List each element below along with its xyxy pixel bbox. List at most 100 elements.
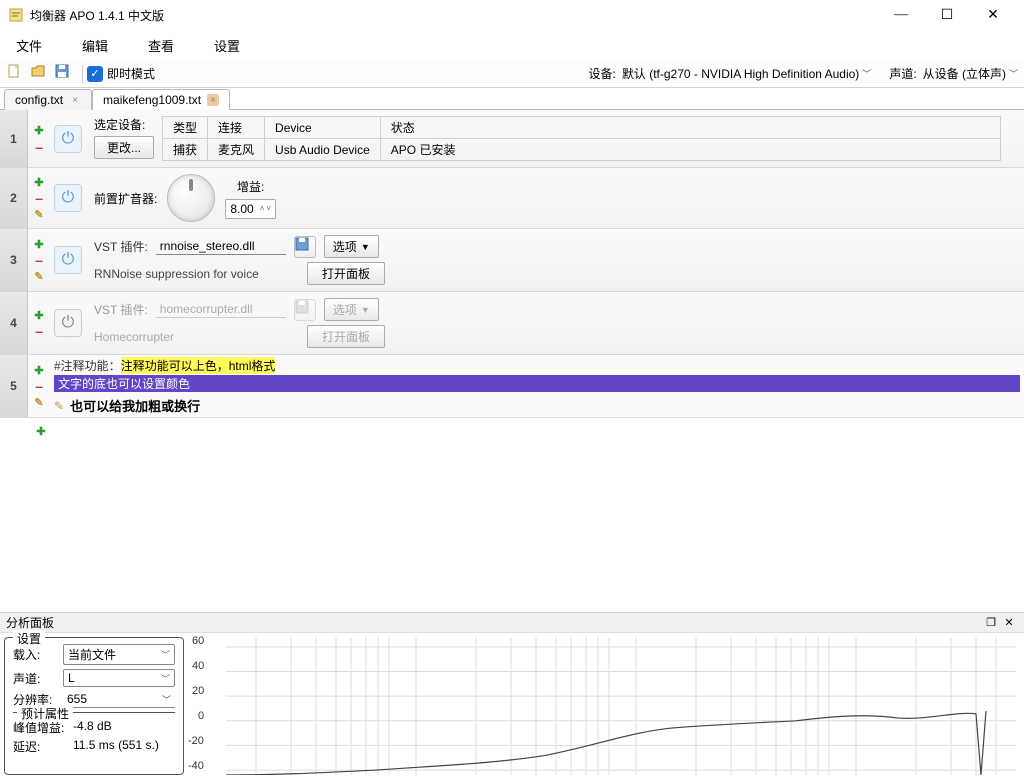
- chevron-down-icon: ▼: [361, 305, 370, 315]
- gain-input[interactable]: 8.00 ˄˅: [225, 199, 276, 219]
- checkbox-icon: ✓: [87, 66, 103, 82]
- vst-subtitle: RNNoise suppression for voice: [94, 267, 299, 281]
- menu-edit[interactable]: 编辑: [76, 32, 114, 59]
- edit-icon[interactable]: ✎: [32, 207, 46, 221]
- frequency-graph: 60 40 20 0 -20 -40: [188, 633, 1024, 779]
- edit-icon[interactable]: ✎: [32, 269, 46, 283]
- options-button[interactable]: 选项▼: [324, 235, 379, 258]
- menu-bar: 文件 编辑 查看 设置: [0, 30, 1024, 60]
- analysis-title: 分析面板: [6, 614, 54, 631]
- app-icon: [8, 7, 24, 23]
- row-number: 3: [0, 229, 28, 291]
- close-icon[interactable]: ×: [69, 94, 81, 106]
- vst-file-input[interactable]: rnnoise_stereo.dll: [156, 239, 286, 255]
- channel-selector[interactable]: L﹀: [63, 669, 175, 687]
- add-icon[interactable]: ✚: [32, 175, 46, 189]
- open-panel-button[interactable]: 打开面板: [307, 262, 385, 285]
- add-row: ✚: [0, 418, 1024, 444]
- minimize-button[interactable]: —: [878, 0, 924, 30]
- row-number: 4: [0, 292, 28, 354]
- filter-row-comment: 5 ✚ – ✎ #注释功能： 注释功能可以上色，html格式 文字的底也可以设置…: [0, 355, 1024, 418]
- filter-row-device: 1 ✚ – ⏻ 选定设备: 更改... 类型 连接 Device 状态: [0, 110, 1024, 168]
- gain-label: 增益:: [237, 178, 264, 195]
- save-icon[interactable]: [294, 236, 316, 258]
- channel-selector[interactable]: 从设备 (立体声) ﹀: [923, 65, 1018, 82]
- save-icon[interactable]: [294, 299, 316, 321]
- chevron-down-icon[interactable]: ˅: [266, 204, 271, 213]
- filter-rows: 1 ✚ – ⏻ 选定设备: 更改... 类型 连接 Device 状态: [0, 110, 1024, 612]
- analysis-panel: 分析面板 ❐ ✕ 设置 载入: 当前文件﹀ 声道: L﹀ 分辨率: 655﹀ 预…: [0, 612, 1024, 779]
- analysis-settings: 设置 载入: 当前文件﹀ 声道: L﹀ 分辨率: 655﹀ 预计属性 峰值增益:…: [4, 637, 184, 775]
- vst-label: VST 插件:: [94, 238, 148, 255]
- power-button[interactable]: ⏻: [54, 184, 82, 212]
- power-button[interactable]: ⏻: [54, 125, 82, 153]
- preamp-label: 前置扩音器:: [94, 190, 157, 207]
- chevron-up-icon[interactable]: ˄: [260, 204, 265, 213]
- change-button[interactable]: 更改...: [94, 136, 154, 159]
- channel-label: 声道:: [889, 65, 916, 82]
- filter-row-preamp: 2 ✚ – ✎ ⏻ 前置扩音器: 增益: 8.00 ˄˅: [0, 168, 1024, 229]
- menu-file[interactable]: 文件: [10, 32, 48, 59]
- resolution-selector[interactable]: 655﹀: [63, 691, 175, 708]
- power-button[interactable]: ⏻: [54, 246, 82, 274]
- add-icon[interactable]: ✚: [32, 308, 46, 322]
- row-number: 1: [0, 110, 28, 167]
- selected-device-label: 选定设备:: [94, 116, 154, 133]
- filter-row-vst-rnnoise: 3 ✚ – ✎ ⏻ VST 插件: rnnoise_stereo.dll 选项▼…: [0, 229, 1024, 292]
- menu-view[interactable]: 查看: [142, 32, 180, 59]
- remove-icon[interactable]: –: [32, 191, 46, 205]
- estimate-legend: 预计属性: [17, 705, 73, 722]
- chevron-down-icon: ﹀: [862, 67, 871, 80]
- tab-config[interactable]: config.txt ×: [4, 89, 92, 110]
- undock-icon[interactable]: ❐: [982, 616, 1000, 629]
- remove-icon[interactable]: –: [32, 253, 46, 267]
- options-button[interactable]: 选项▼: [324, 298, 379, 321]
- window-title: 均衡器 APO 1.4.1 中文版: [30, 7, 164, 24]
- device-selector[interactable]: 默认 (tf-g270 - NVIDIA High Definition Aud…: [622, 65, 871, 82]
- add-icon[interactable]: ✚: [34, 424, 48, 438]
- chevron-down-icon: ﹀: [161, 648, 170, 661]
- power-button[interactable]: ⏻: [54, 309, 82, 337]
- close-icon[interactable]: ×: [207, 94, 219, 106]
- tabs-bar: config.txt × maikefeng1009.txt ×: [0, 88, 1024, 110]
- instant-mode-label: 即时模式: [107, 65, 155, 82]
- open-panel-button[interactable]: 打开面板: [307, 325, 385, 348]
- save-file-icon[interactable]: [54, 63, 76, 85]
- comment-line-3: ✎ 也可以给我加粗或换行: [54, 396, 1020, 415]
- menu-settings[interactable]: 设置: [208, 32, 246, 59]
- instant-mode-toggle[interactable]: ✓ 即时模式: [87, 65, 155, 82]
- remove-icon[interactable]: –: [32, 379, 46, 393]
- chevron-down-icon: ﹀: [162, 693, 171, 706]
- comment-line-2: 文字的底也可以设置颜色: [54, 375, 1020, 392]
- load-selector[interactable]: 当前文件﹀: [63, 644, 175, 665]
- chevron-down-icon: ▼: [361, 242, 370, 252]
- vst-label: VST 插件:: [94, 301, 148, 318]
- maximize-button[interactable]: ☐: [924, 0, 970, 30]
- chevron-down-icon: ﹀: [161, 672, 170, 685]
- settings-legend: 设置: [13, 630, 45, 647]
- row-number: 2: [0, 168, 28, 228]
- filter-row-vst-homecorrupter: 4 ✚ – ⏻ VST 插件: homecorrupter.dll 选项▼ Ho…: [0, 292, 1024, 355]
- tab-maikefeng[interactable]: maikefeng1009.txt ×: [92, 89, 230, 110]
- device-label: 设备:: [589, 65, 616, 82]
- row-number: 5: [0, 355, 28, 417]
- open-file-icon[interactable]: [30, 63, 52, 85]
- title-bar: 均衡器 APO 1.4.1 中文版 — ☐ ✕: [0, 0, 1024, 30]
- add-icon[interactable]: ✚: [32, 237, 46, 251]
- remove-icon[interactable]: –: [32, 140, 46, 154]
- close-button[interactable]: ✕: [970, 0, 1016, 30]
- comment-line-1: #注释功能： 注释功能可以上色，html格式: [54, 357, 1020, 374]
- edit-icon: ✎: [54, 399, 64, 413]
- gain-knob[interactable]: [167, 174, 215, 222]
- device-table: 类型 连接 Device 状态 捕获 麦克风 Usb Audio Device …: [162, 116, 1016, 161]
- vst-file-input[interactable]: homecorrupter.dll: [156, 302, 286, 318]
- edit-icon[interactable]: ✎: [32, 395, 46, 409]
- toolbar: ✓ 即时模式 设备: 默认 (tf-g270 - NVIDIA High Def…: [0, 60, 1024, 88]
- add-icon[interactable]: ✚: [32, 124, 46, 138]
- add-icon[interactable]: ✚: [32, 363, 46, 377]
- vst-subtitle: Homecorrupter: [94, 330, 299, 344]
- close-icon[interactable]: ✕: [1000, 616, 1018, 629]
- new-file-icon[interactable]: [6, 63, 28, 85]
- chevron-down-icon: ﹀: [1009, 67, 1018, 80]
- remove-icon[interactable]: –: [32, 324, 46, 338]
